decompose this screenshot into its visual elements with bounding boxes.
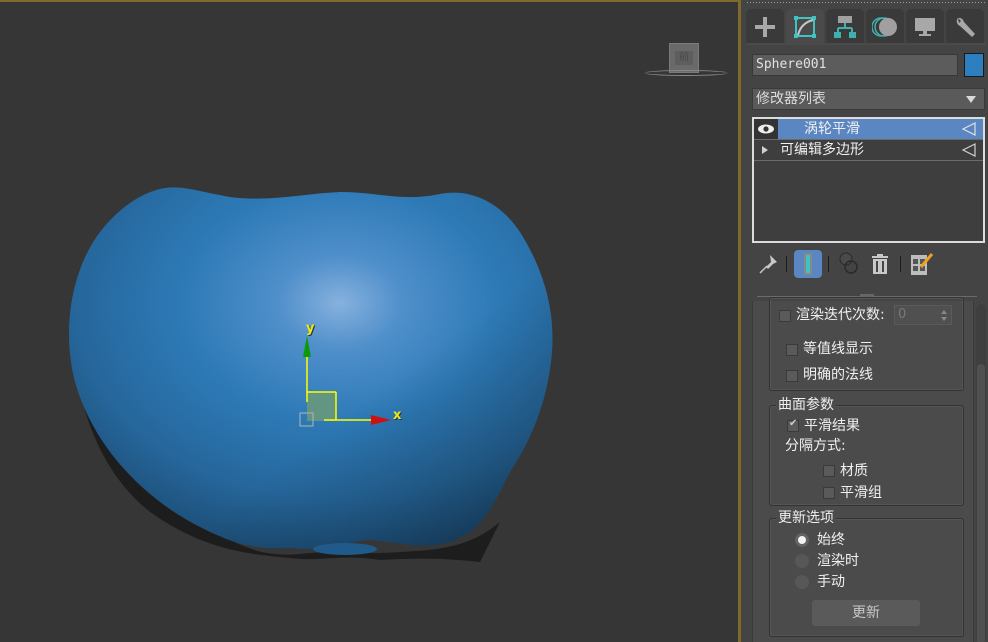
configure-modifier-sets-button[interactable] [908,250,936,278]
expand-arrow-icon[interactable] [762,146,768,154]
spinner-up-icon[interactable] [941,310,947,314]
group-surface-params: 曲面参数 平滑结果 分隔方式: 材质 平滑组 [769,396,964,506]
pin-icon [759,255,777,274]
app-root: y x 前 Sphere001 修改器列表 涡轮平滑 可编辑多边形 渲染迭代次数… [0,0,988,642]
motion-icon [872,16,897,37]
stack-item-turbosmooth[interactable]: 涡轮平滑 [754,119,983,140]
update-when-rendering-radio[interactable] [795,554,809,568]
update-button[interactable]: 更新 [812,600,920,626]
object-name-field[interactable]: Sphere001 [752,54,958,76]
group-main-display: 渲染迭代次数: 0 等值线显示 明确的法线 [769,297,964,391]
modifier-stack: 涡轮平滑 可编辑多边形 [752,117,985,243]
make-unique-icon [839,252,858,274]
tab-strip [746,43,986,45]
modifier-list-dropdown[interactable]: 修改器列表 [752,88,985,110]
smooth-result-checkbox[interactable] [787,418,799,432]
pin-stack-button[interactable] [754,250,782,278]
remove-modifier-button[interactable] [866,250,894,278]
show-end-result-icon [804,253,812,275]
hierarchy-icon [834,15,856,38]
viewcube-face[interactable]: 前 [669,43,699,73]
render-iters-value: 0 [898,307,907,322]
gizmo-xy-plane[interactable] [307,392,336,421]
tab-motion[interactable] [866,9,904,44]
update-always-radio[interactable] [795,533,809,547]
stack-item-label: 可编辑多边形 [780,142,864,158]
gizmo-y-label: y [306,321,315,336]
isoline-display-label: 等值线显示 [803,341,873,357]
smooth-result-label: 平滑结果 [804,418,860,434]
modify-curve-icon [794,15,816,38]
trash-icon [872,254,888,274]
perspective-viewport[interactable]: y x 前 [0,0,741,642]
spinner-down-icon[interactable] [941,317,947,321]
explicit-normals-checkbox[interactable] [786,370,798,382]
isoline-display-checkbox[interactable] [786,344,798,356]
apply-instance-icon[interactable] [961,143,977,157]
object-color-swatch[interactable] [964,53,984,77]
render-iters-label: 渲染迭代次数: [796,307,885,323]
wrench-icon [956,17,975,37]
toolbar-separator [900,256,901,272]
smoothing-groups-checkbox[interactable] [823,487,835,499]
viewport-scene [68,187,553,562]
smoothing-groups-label: 平滑组 [840,485,882,501]
render-iters-spinner[interactable]: 0 [894,305,952,325]
viewcube-face-label: 前 [675,51,693,65]
separate-by-label: 分隔方式: [785,438,846,454]
stack-item-label: 涡轮平滑 [804,121,860,137]
make-unique-button[interactable] [836,250,864,278]
command-panel-tabs [746,9,986,45]
tab-hierarchy[interactable] [826,9,864,44]
object-bottom-lobe [313,543,377,555]
rollout-scrollbar[interactable] [976,304,986,642]
rollout-area: 渲染迭代次数: 0 等值线显示 明确的法线 曲面参数 平滑结果 分隔方式: 材质 [752,297,974,642]
stack-item-editable-poly[interactable]: 可编辑多边形 [754,140,983,161]
scrollbar-thumb[interactable] [977,364,985,642]
update-when-rendering-label: 渲染时 [817,553,859,569]
update-options-title: 更新选项 [776,509,836,527]
panel-drag-handle[interactable] [746,1,986,5]
gizmo-x-label: x [393,408,402,423]
show-end-result-button[interactable] [794,250,822,278]
toolbar-separator [786,256,787,272]
update-manually-radio[interactable] [795,575,809,589]
group-update-options: 更新选项 始终 渲染时 手动 更新 [769,509,964,637]
explicit-normals-label: 明确的法线 [803,367,873,383]
update-always-label: 始终 [817,532,845,548]
viewcube[interactable]: 前 [644,40,728,80]
stack-toolbar [752,250,985,280]
apply-instance-icon[interactable] [961,122,977,136]
tab-modify[interactable] [786,9,824,44]
dropdown-arrow-icon [966,96,976,103]
configure-sets-icon [911,253,934,275]
modifier-list-label: 修改器列表 [756,91,826,107]
tab-create[interactable] [746,9,784,44]
materials-checkbox[interactable] [823,465,835,477]
eye-icon[interactable] [754,119,778,139]
plus-icon [755,16,775,37]
monitor-icon [915,17,935,36]
materials-label: 材质 [840,463,868,479]
toolbar-separator [828,256,829,272]
command-panel: Sphere001 修改器列表 涡轮平滑 可编辑多边形 渲染迭代次数: 0 等值… [744,0,988,642]
surface-params-title: 曲面参数 [776,396,836,414]
viewcube-compass-ring[interactable] [644,70,728,76]
update-manually-label: 手动 [817,574,845,590]
render-iters-checkbox[interactable] [779,310,791,322]
tab-display[interactable] [906,9,944,44]
tab-utilities[interactable] [946,9,984,44]
